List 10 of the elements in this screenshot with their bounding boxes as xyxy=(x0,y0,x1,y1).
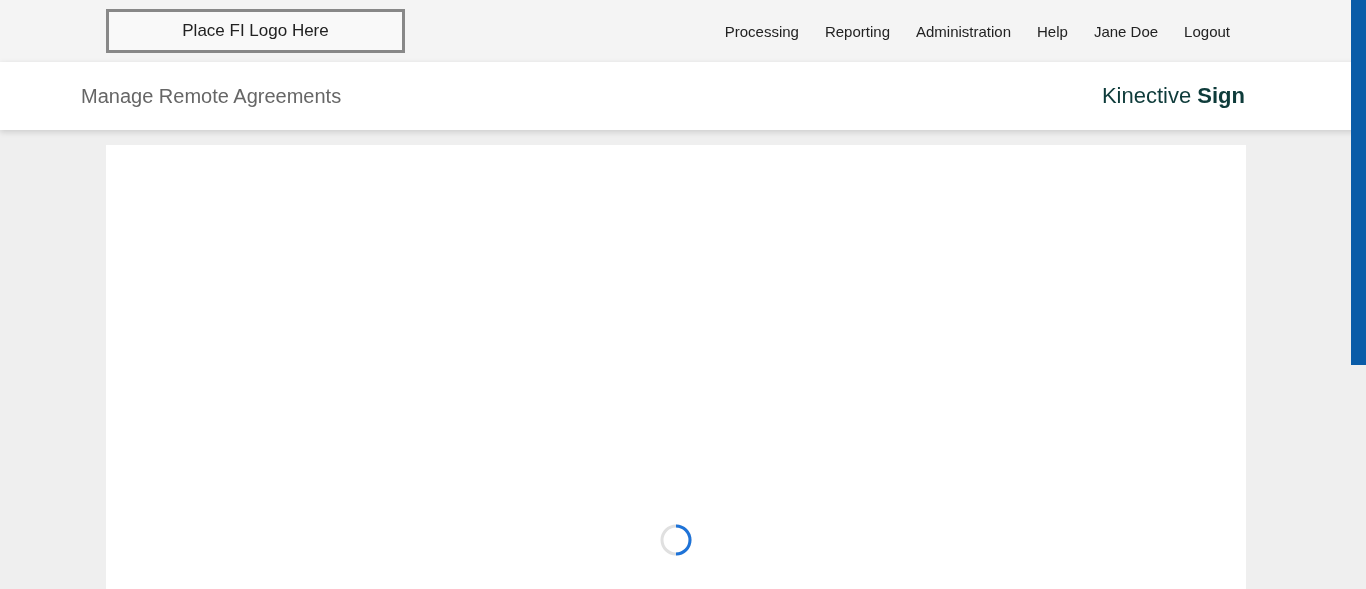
page-title: Manage Remote Agreements xyxy=(81,84,342,108)
nav-link[interactable]: Logout xyxy=(1184,22,1230,40)
scrollbar-thumb[interactable] xyxy=(1351,0,1366,365)
logo-placeholder-text: Place FI Logo Here xyxy=(182,21,329,41)
brand-logo: Kinective Sign xyxy=(1101,83,1245,109)
nav-link[interactable]: Reporting xyxy=(824,22,890,40)
nav-link[interactable]: Administration xyxy=(916,22,1012,40)
nav-link[interactable]: Help xyxy=(1037,22,1068,40)
nav-link[interactable]: Jane Doe xyxy=(1093,22,1159,40)
nav-link[interactable]: Processing xyxy=(724,22,799,40)
